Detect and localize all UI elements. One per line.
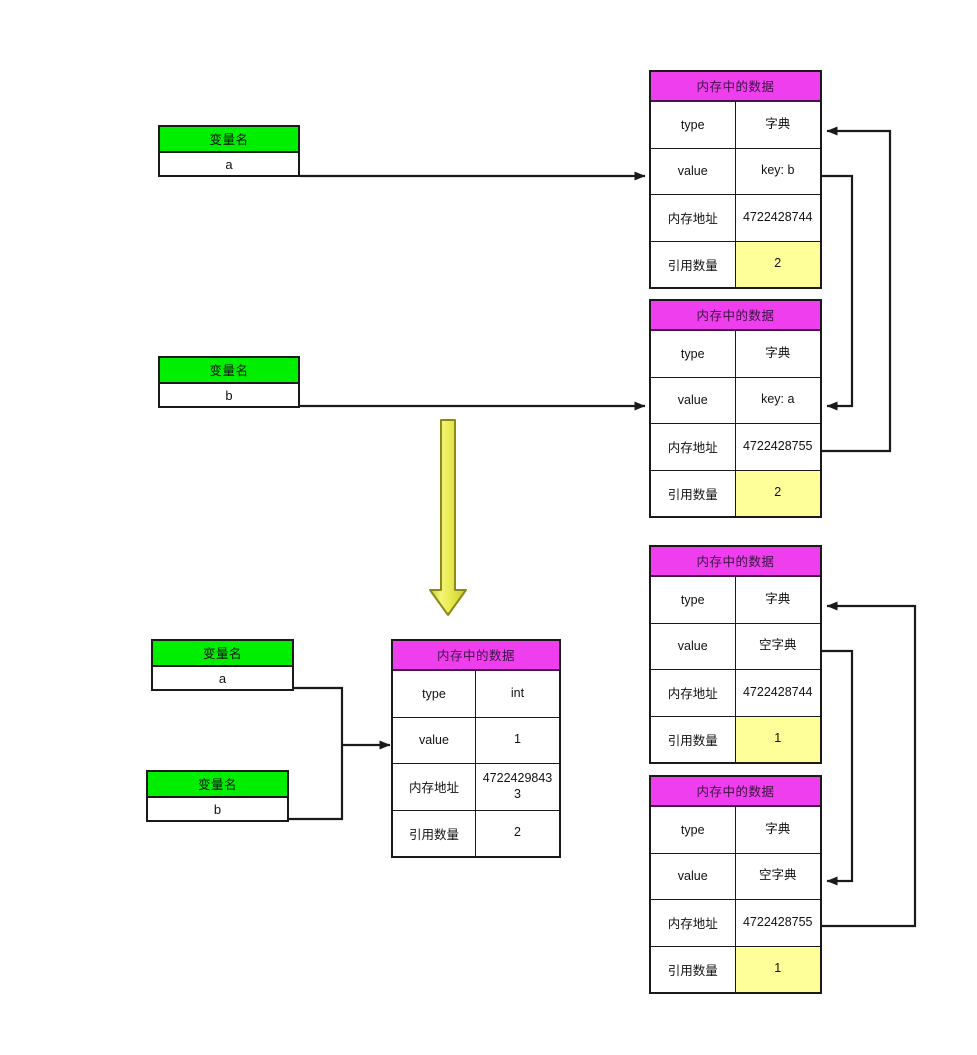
table-row: value key: b	[651, 148, 820, 195]
table-row: type int	[393, 671, 559, 718]
table-row: type 字典	[651, 577, 820, 624]
row-value: 1	[514, 732, 521, 747]
row-value: 空字典	[758, 638, 797, 653]
row-value-refcount: 2	[735, 241, 820, 287]
row-value: key: a	[761, 392, 795, 407]
row-key: value	[651, 623, 736, 669]
variable-name-value: b	[160, 384, 298, 406]
variable-name-value: a	[153, 667, 292, 689]
table-row: 内存地址 4722428755	[651, 900, 820, 947]
memory-table-header: 内存中的数据	[651, 777, 820, 807]
memory-table-header: 内存中的数据	[393, 641, 559, 671]
row-key: 引用数量	[651, 470, 736, 516]
table-row: type 字典	[651, 102, 820, 149]
row-value: int	[510, 685, 525, 700]
variable-name-value: a	[160, 153, 298, 175]
row-key: type	[651, 102, 736, 148]
memory-table-header: 内存中的数据	[651, 547, 820, 577]
wire-empty1-value-to-empty2	[822, 649, 854, 886]
row-key: 内存地址	[651, 670, 736, 716]
row-value: key: b	[761, 163, 795, 178]
memory-table-empty-dict-744[interactable]: 内存中的数据 type 字典 value 空字典 内存地址 4722428744…	[649, 545, 822, 764]
row-value: 4722428755	[742, 914, 813, 929]
row-key: 内存地址	[393, 764, 476, 810]
memory-table-int[interactable]: 内存中的数据 type int value 1 内存地址 4722429843 …	[391, 639, 561, 858]
connector-layer	[289, 126, 917, 928]
variable-box-b-top[interactable]: 变量名 b	[158, 356, 300, 408]
row-value: 字典	[765, 345, 791, 360]
variable-name-value: b	[148, 798, 287, 820]
row-value-refcount: 2	[514, 825, 521, 840]
table-row: value 1	[393, 717, 559, 764]
row-key: type	[651, 807, 736, 853]
table-row: value 空字典	[651, 623, 820, 670]
row-value: 4722428744	[742, 684, 813, 699]
row-value: 4722429843 3	[482, 771, 553, 801]
variable-box-header: 变量名	[160, 127, 298, 153]
row-key: value	[393, 717, 476, 763]
variable-box-header: 变量名	[148, 772, 287, 798]
row-key: 内存地址	[651, 424, 736, 470]
row-value: 字典	[765, 591, 791, 606]
table-row: 引用数量 1	[651, 716, 820, 762]
row-value-refcount: 1	[735, 946, 820, 992]
row-key: value	[651, 853, 736, 899]
table-row: 内存地址 4722428744	[651, 670, 820, 717]
table-row: 内存地址 4722428755	[651, 424, 820, 471]
row-value: 字典	[765, 821, 791, 836]
variable-box-header: 变量名	[153, 641, 292, 667]
wire-dicta-addr-to-dictb-type	[822, 126, 892, 453]
row-value: 4722428755	[742, 438, 813, 453]
table-row: 引用数量 2	[393, 810, 559, 856]
wire-bottom-vars-to-int	[289, 686, 391, 821]
table-row: 引用数量 1	[651, 946, 820, 992]
row-key: 引用数量	[393, 810, 476, 856]
memory-table-dict-key-b[interactable]: 内存中的数据 type 字典 value key: b 内存地址 4722428…	[649, 70, 822, 289]
memory-table-dict-key-a[interactable]: 内存中的数据 type 字典 value key: a 内存地址 4722428…	[649, 299, 822, 518]
variable-box-a-bottom[interactable]: 变量名 a	[151, 639, 294, 691]
variable-box-header: 变量名	[160, 358, 298, 384]
row-key: type	[393, 671, 476, 717]
table-row: 引用数量 2	[651, 241, 820, 287]
diagram-canvas: 变量名 a 变量名 b 变量名 a 变量名 b 内存中的数据 type 字典 v…	[0, 0, 977, 1055]
table-row: type 字典	[651, 807, 820, 854]
row-key: 引用数量	[651, 946, 736, 992]
row-key: 内存地址	[651, 900, 736, 946]
memory-table-header: 内存中的数据	[651, 72, 820, 102]
row-value-refcount: 1	[735, 716, 820, 762]
table-row: value 空字典	[651, 853, 820, 900]
row-key: 内存地址	[651, 195, 736, 241]
row-value: 字典	[765, 116, 791, 131]
variable-box-a-top[interactable]: 变量名 a	[158, 125, 300, 177]
variable-box-b-bottom[interactable]: 变量名 b	[146, 770, 289, 822]
wire-dictb-value-to-dicta	[822, 174, 854, 411]
row-key: value	[651, 377, 736, 423]
row-key: 引用数量	[651, 241, 736, 287]
row-key: type	[651, 577, 736, 623]
memory-table-header: 内存中的数据	[651, 301, 820, 331]
table-row: value key: a	[651, 377, 820, 424]
table-row: 内存地址 4722428744	[651, 195, 820, 242]
big-down-arrow	[429, 419, 467, 616]
table-row: 引用数量 2	[651, 470, 820, 516]
table-row: 内存地址 4722429843 3	[393, 764, 559, 811]
row-key: type	[651, 331, 736, 377]
wire-empty2-addr-to-empty1-type	[822, 601, 917, 928]
row-value: 4722428744	[742, 209, 813, 224]
row-value: 空字典	[758, 868, 797, 883]
row-value-refcount: 2	[735, 470, 820, 516]
table-row: type 字典	[651, 331, 820, 378]
memory-table-empty-dict-755[interactable]: 内存中的数据 type 字典 value 空字典 内存地址 4722428755…	[649, 775, 822, 994]
row-key: 引用数量	[651, 716, 736, 762]
row-key: value	[651, 148, 736, 194]
